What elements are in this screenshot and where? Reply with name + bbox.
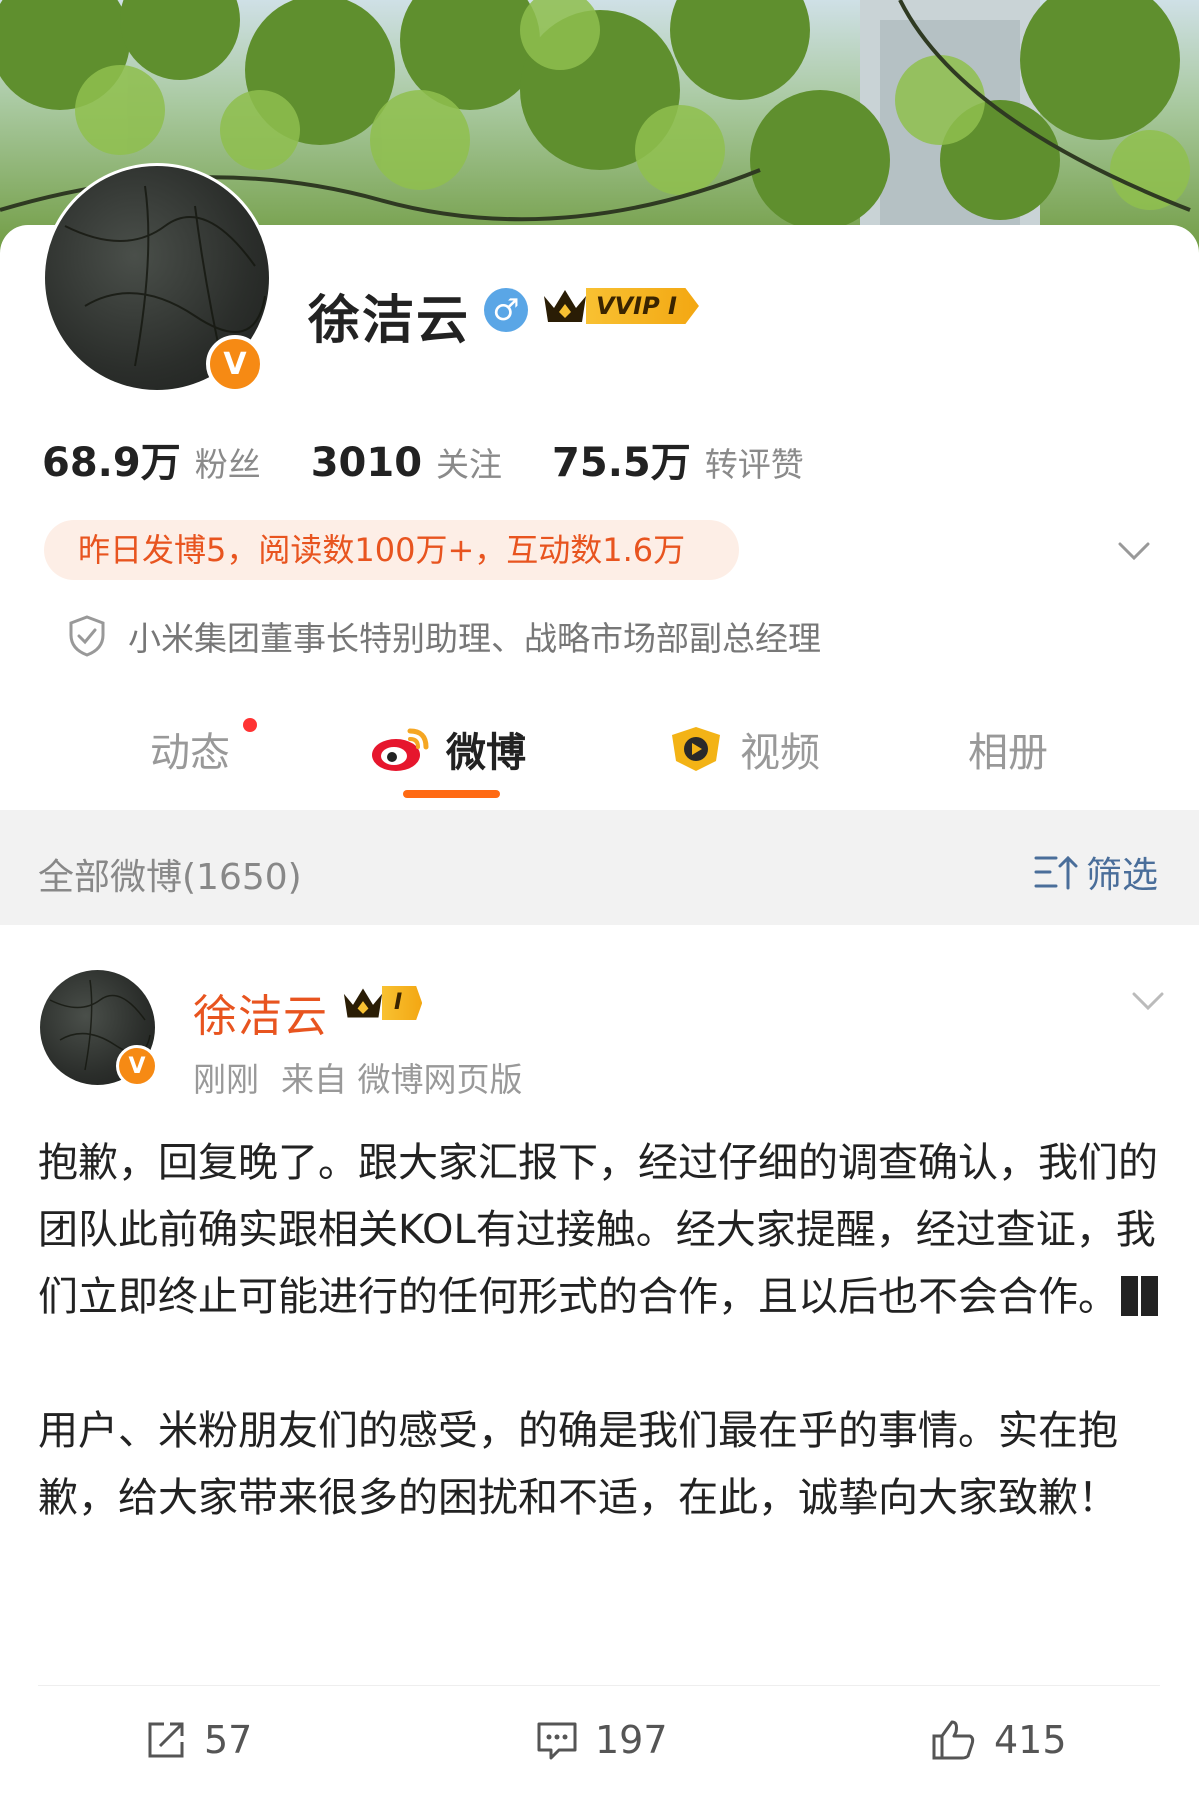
repost-count: 57 bbox=[204, 1718, 253, 1762]
feed-title: 全部微博(1650) bbox=[38, 857, 302, 898]
filter-label: 筛选 bbox=[1086, 855, 1159, 896]
verified-badge-icon: V bbox=[116, 1045, 158, 1087]
stat-followers[interactable]: 68.9万 粉丝 bbox=[42, 430, 261, 488]
active-tab-indicator bbox=[403, 790, 500, 798]
comment-count: 197 bbox=[595, 1718, 668, 1762]
weibo-post: V 徐洁云 I 刚刚 来自 微博网页版 抱歉，回复晚了。跟大家汇报下，经过仔细的调… bbox=[0, 925, 1199, 1805]
filter-button[interactable]: 筛选 bbox=[1034, 846, 1158, 898]
post-author-name[interactable]: 徐洁云 bbox=[193, 980, 328, 1044]
rank-label: I bbox=[382, 986, 423, 1020]
comment-icon bbox=[537, 1722, 577, 1760]
filter-icon bbox=[1034, 855, 1078, 890]
post-time: 刚刚 bbox=[193, 1060, 259, 1099]
vvip-badge[interactable]: VVIP I bbox=[540, 284, 699, 328]
crown-icon bbox=[343, 988, 383, 1018]
tab-label: 相册 bbox=[968, 730, 1048, 776]
weibo-logo-icon bbox=[372, 728, 429, 771]
vvip-label: VVIP I bbox=[586, 288, 699, 324]
thumbs-up-icon bbox=[932, 1720, 975, 1760]
profile-tabs: 动态 微博 视频 相册 bbox=[0, 690, 1199, 810]
crown-icon bbox=[544, 290, 586, 322]
stat-label: 转评赞 bbox=[704, 445, 804, 484]
profile-name: 徐洁云 bbox=[308, 291, 471, 351]
stat-value: 68.9万 bbox=[42, 440, 181, 486]
tab-label: 微博 bbox=[446, 730, 526, 776]
like-count: 415 bbox=[994, 1718, 1067, 1762]
divider bbox=[38, 1685, 1160, 1686]
certification-row: 小米集团董事长特别助理、战略市场部副总经理 bbox=[68, 612, 821, 660]
post-paragraph: 抱歉，回复晚了。跟大家汇报下，经过仔细的调查确认，我们的团队此前确实跟相关KOL… bbox=[38, 1140, 1158, 1320]
stat-label: 粉丝 bbox=[194, 445, 261, 484]
tab-label: 视频 bbox=[740, 730, 820, 776]
stat-value: 75.5万 bbox=[552, 440, 691, 486]
video-icon bbox=[672, 727, 720, 771]
tab-dynamic[interactable]: 动态 bbox=[150, 720, 230, 778]
post-content: 抱歉，回复晚了。跟大家汇报下，经过仔细的调查确认，我们的团队此前确实跟相关KOL… bbox=[38, 1130, 1168, 1532]
tab-video[interactable]: 视频 bbox=[666, 720, 820, 778]
post-meta: 刚刚 来自 微博网页版 bbox=[193, 1053, 545, 1101]
repost-button[interactable]: 57 bbox=[144, 1718, 252, 1762]
tab-weibo[interactable]: 微博 bbox=[370, 720, 526, 778]
like-button[interactable]: 415 bbox=[930, 1718, 1067, 1762]
profile-stats: 68.9万 粉丝 3010 关注 75.5万 转评赞 bbox=[42, 430, 854, 488]
tab-label: 动态 bbox=[150, 730, 230, 776]
shield-icon bbox=[69, 615, 105, 657]
chevron-down-icon[interactable] bbox=[1128, 980, 1168, 1020]
notification-dot bbox=[243, 718, 257, 732]
stat-interactions[interactable]: 75.5万 转评赞 bbox=[552, 430, 804, 488]
post-source[interactable]: 来自 微博网页版 bbox=[281, 1060, 523, 1099]
chevron-down-icon[interactable] bbox=[1114, 530, 1154, 570]
comment-button[interactable]: 197 bbox=[535, 1718, 668, 1762]
post-actions: 57 197 415 bbox=[0, 1710, 1199, 1790]
post-paragraph: 用户、米粉朋友们的感受，的确是我们最在乎的事情。实在抱歉，给大家带来很多的困扰和… bbox=[38, 1408, 1118, 1521]
verified-badge-icon: V bbox=[206, 335, 264, 393]
tab-album[interactable]: 相册 bbox=[968, 720, 1048, 778]
stat-value: 3010 bbox=[310, 440, 423, 486]
repost-icon bbox=[148, 1722, 184, 1758]
activity-summary[interactable]: 昨日发博5，阅读数100万+，互动数1.6万 bbox=[44, 520, 739, 580]
stat-following[interactable]: 3010 关注 bbox=[311, 438, 502, 486]
member-rank-badge[interactable]: I bbox=[340, 983, 423, 1023]
feed-header: 全部微博(1650) 筛选 bbox=[0, 810, 1199, 925]
emoji-icon bbox=[1141, 1276, 1158, 1316]
certification-text: 小米集团董事长特别助理、战略市场部副总经理 bbox=[128, 619, 821, 658]
emoji-icon bbox=[1121, 1276, 1138, 1316]
stat-label: 关注 bbox=[436, 445, 503, 484]
male-icon: ♂ bbox=[484, 288, 528, 332]
